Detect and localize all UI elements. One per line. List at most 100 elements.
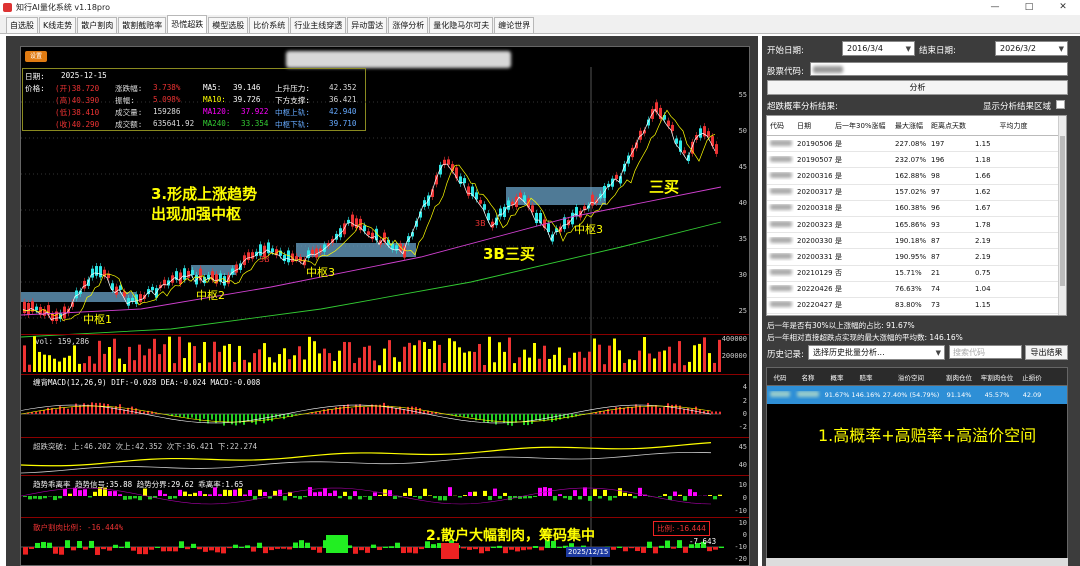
candle-body: [119, 285, 122, 290]
col-days[interactable]: 距离点天数: [928, 121, 972, 131]
tab-7[interactable]: 行业主线穿透: [290, 17, 347, 33]
macd-bar: [63, 407, 65, 414]
col-name[interactable]: 名称: [793, 372, 823, 382]
candle-body: [171, 275, 174, 283]
table-row[interactable]: 20210129 否 15.71% 21 0.75: [767, 266, 1066, 282]
retail-bar: [35, 542, 40, 548]
col-date[interactable]: 日期: [794, 121, 832, 131]
candle-body: [555, 228, 558, 233]
table-row[interactable]: 20200323 是 165.86% 93 1.78: [767, 217, 1066, 234]
stock-code-label: 股票代码:: [767, 67, 804, 77]
col-code[interactable]: 代码: [767, 121, 794, 131]
candle-body: [323, 244, 326, 252]
table-row[interactable]: 20200318 是 160.38% 96 1.67: [767, 201, 1066, 217]
col-stop[interactable]: 止损价: [1017, 372, 1047, 382]
candle-body: [359, 218, 362, 231]
amt-label: 成交额:: [115, 120, 143, 129]
show-area-checkbox[interactable]: [1056, 100, 1065, 109]
candle-body: [671, 124, 674, 131]
stock-code-input[interactable]: [810, 62, 1068, 76]
retail-tick-2: 0: [742, 531, 747, 539]
tab-9[interactable]: 涨停分析: [388, 17, 429, 33]
col-cut[interactable]: 割肉仓位: [941, 372, 977, 382]
tab-8[interactable]: 异动雷达: [347, 17, 388, 33]
table-row[interactable]: 20200330 是 190.18% 87 2.19: [767, 233, 1066, 250]
table-row[interactable]: 20220427 是 83.80% 73 1.15: [767, 298, 1066, 315]
macd-bar: [403, 409, 405, 414]
horizontal-scrollbar[interactable]: [766, 558, 1068, 566]
volume-bar: [38, 351, 41, 372]
table-row[interactable]: 20200331 是 190.95% 87 2.19: [767, 249, 1066, 266]
trend-bar: [303, 496, 307, 498]
kline-chart[interactable]: 设置 日期: 2025-12-15 价格: (开)38.720 (高)40.39…: [20, 46, 750, 566]
macd-bar: [395, 408, 397, 414]
end-date-picker[interactable]: 2026/3/2 ▼: [995, 41, 1068, 56]
minimize-button[interactable]: —: [978, 0, 1012, 14]
volume-bar: [73, 345, 76, 372]
tab-5[interactable]: 模型选股: [208, 17, 249, 33]
table-row[interactable]: 91.67% 146.16% 27.40% (54.79%) 91.14% 45…: [767, 386, 1067, 404]
cell: 是: [835, 236, 842, 245]
tab-11[interactable]: 缠论世界: [494, 17, 535, 33]
annotation-trend: 3.形成上涨趋势: [151, 185, 258, 203]
volume-bar: [378, 365, 381, 372]
col-avg[interactable]: 平均力度: [972, 121, 1052, 131]
volume-bar: [83, 363, 86, 372]
retail-bar: [155, 546, 160, 548]
volume-bar: [248, 362, 251, 372]
col-30pct[interactable]: 后一年30%涨幅: [832, 121, 892, 131]
maximize-button[interactable]: □: [1012, 0, 1046, 14]
volume-bar: [98, 340, 101, 372]
export-button[interactable]: 导出结果: [1025, 345, 1068, 360]
volume-bar: [408, 342, 411, 372]
settings-button[interactable]: 设置: [25, 51, 47, 62]
table-row[interactable]: 20200316 是 162.88% 98 1.66: [767, 168, 1066, 185]
tab-3[interactable]: 散割截赔率: [118, 17, 167, 33]
col-prob[interactable]: 概率: [823, 372, 851, 382]
candle-body: [343, 223, 346, 235]
cell-code: [767, 391, 793, 399]
table-row[interactable]: 20190507 是 232.07% 196 1.18: [767, 152, 1066, 169]
trend-bar: [118, 494, 122, 496]
candle-body: [327, 243, 330, 247]
trend-bar: [558, 494, 562, 496]
macd-bar: [211, 414, 213, 420]
tab-6[interactable]: 比价系统: [249, 17, 290, 33]
candle-body: [667, 120, 670, 127]
candle-body: [227, 275, 230, 284]
table-row[interactable]: 20190506 是 227.08% 197 1.15: [767, 136, 1066, 153]
table-row[interactable]: 20200317 是 157.02% 97 1.62: [767, 185, 1066, 201]
retail-bar: [77, 540, 82, 548]
volume-bar: [503, 351, 506, 372]
macd-bar: [407, 406, 409, 414]
candle-body: [607, 183, 610, 188]
col-cut2[interactable]: 牢割肉仓位: [977, 372, 1017, 382]
macd-bar: [575, 414, 577, 417]
cell-name: [793, 391, 823, 399]
col-premium[interactable]: 溢价空间: [881, 372, 941, 382]
tab-2[interactable]: 散户割肉: [77, 17, 118, 33]
candle-body: [559, 226, 562, 232]
end-date-label: 结束日期:: [919, 46, 956, 56]
table-row[interactable]: 20220426 是 76.63% 74 1.04: [767, 282, 1066, 298]
history-select[interactable]: 选择历史批量分析... ▼: [808, 345, 945, 360]
start-date-picker[interactable]: 2016/3/4 ▼: [842, 41, 915, 56]
col-max[interactable]: 最大涨幅: [892, 121, 928, 131]
search-code-input[interactable]: 搜索代码: [949, 345, 1022, 359]
tab-0[interactable]: 自选股: [6, 17, 38, 33]
candle-body: [479, 200, 482, 204]
close-button[interactable]: ✕: [1046, 0, 1080, 14]
retail-tick-3: -10: [734, 543, 747, 551]
scroll-thumb[interactable]: [1060, 136, 1065, 286]
candle-body: [699, 128, 702, 138]
retail-bar: [143, 547, 148, 555]
tab-1[interactable]: K线走势: [39, 17, 77, 33]
col-code[interactable]: 代码: [767, 372, 793, 382]
analyze-button[interactable]: 分析: [767, 80, 1068, 95]
macd-bar: [379, 404, 381, 414]
trend-line: [21, 487, 712, 505]
table-scrollbar[interactable]: [1058, 116, 1066, 315]
col-odds[interactable]: 赔率: [851, 372, 881, 382]
tab-10[interactable]: 量化隐马尔可夫: [429, 17, 494, 33]
tab-4[interactable]: 恐慌超跌: [167, 15, 208, 33]
